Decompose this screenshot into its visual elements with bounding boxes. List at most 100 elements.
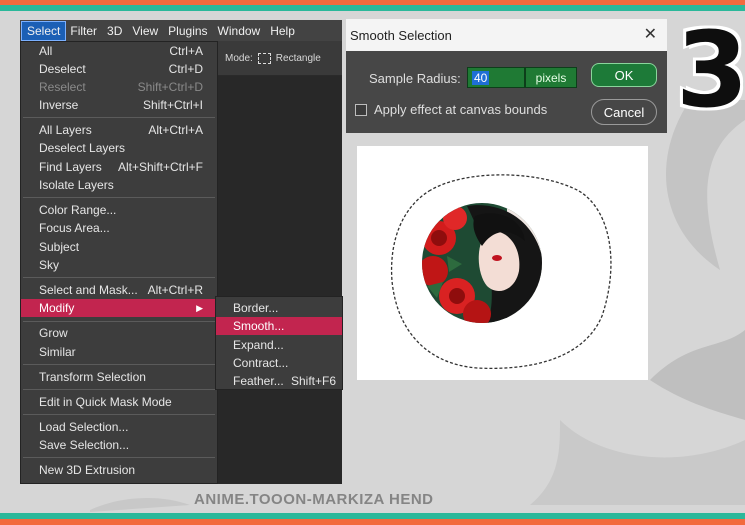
menu-item-label: Inverse	[39, 98, 79, 112]
menu-item-label: Deselect Layers	[39, 141, 126, 155]
menu-divider	[23, 197, 215, 198]
submenu-item-contract[interactable]: Contract...	[216, 354, 342, 372]
selection-preview	[357, 146, 648, 380]
menu-item-label: Border...	[233, 301, 279, 315]
menu-item-sky[interactable]: Sky	[21, 256, 217, 274]
submenu-arrow-icon: ▶	[196, 302, 203, 313]
watermark-text: ANIME.TOOON-MARKIZA HEND	[194, 491, 434, 508]
dialog-titlebar: Smooth Selection ✕	[346, 19, 667, 51]
dialog-title: Smooth Selection	[350, 27, 452, 43]
menu-divider	[23, 321, 215, 322]
options-bar: Mode: Rectangle	[217, 41, 342, 76]
menu-item-reselect: Reselect Shift+Ctrl+D	[21, 78, 217, 96]
menu-item-shortcut: Alt+Ctrl+A	[148, 123, 203, 137]
marquee-rectangle-icon[interactable]	[257, 52, 271, 64]
menu-item-label: Modify	[39, 301, 75, 315]
menu-item-label: Isolate Layers	[39, 178, 114, 192]
menu-window[interactable]: Window	[213, 22, 266, 40]
menu-plugins[interactable]: Plugins	[163, 22, 212, 40]
menu-item-label: Contract...	[233, 356, 289, 370]
menu-item-label: Subject	[39, 240, 80, 254]
menu-item-deselect[interactable]: Deselect Ctrl+D	[21, 60, 217, 78]
menu-item-new-3d-extrusion[interactable]: New 3D Extrusion	[21, 461, 217, 479]
menu-item-shortcut: Shift+F6	[290, 374, 336, 388]
menu-item-similar[interactable]: Similar	[21, 343, 217, 361]
menu-item-shortcut: Shift+Ctrl+D	[137, 80, 203, 94]
select-menu: All Ctrl+A Deselect Ctrl+D Reselect Shift+C…	[20, 41, 218, 484]
menu-item-transform-selection[interactable]: Transform Selection	[21, 368, 217, 386]
menu-item-label: Save Selection...	[39, 438, 130, 452]
menu-item-label: Sky	[39, 258, 60, 272]
menu-3d[interactable]: 3D	[102, 22, 127, 40]
menu-item-focus-area[interactable]: Focus Area...	[21, 219, 217, 237]
cancel-button[interactable]: Cancel	[591, 99, 657, 125]
menu-item-label: Select and Mask...	[39, 283, 138, 297]
preview-artwork	[390, 174, 612, 370]
anime-portrait-image	[422, 203, 542, 323]
menu-item-quick-mask[interactable]: Edit in Quick Mask Mode	[21, 393, 217, 411]
sample-radius-label: Sample Radius:	[369, 71, 461, 86]
menu-item-label: Load Selection...	[39, 420, 129, 434]
menu-item-label: Color Range...	[39, 203, 117, 217]
menu-item-label: Deselect	[39, 62, 86, 76]
apply-bounds-label: Apply effect at canvas bounds	[374, 102, 548, 117]
menu-item-all[interactable]: All Ctrl+A	[21, 42, 217, 60]
menu-item-label: All	[39, 44, 53, 58]
ok-button[interactable]: OK	[591, 63, 657, 87]
apply-bounds-checkbox[interactable]	[355, 104, 367, 116]
menu-item-label: Transform Selection	[39, 370, 146, 384]
sample-radius-input[interactable]: 40	[467, 67, 525, 88]
menu-item-label: Grow	[39, 326, 68, 340]
submenu-item-smooth[interactable]: Smooth...	[216, 317, 342, 335]
menu-item-label: Feather...	[233, 374, 284, 388]
menu-item-shortcut: Ctrl+D	[168, 62, 203, 76]
menu-item-deselect-layers[interactable]: Deselect Layers	[21, 139, 217, 157]
mode-label: Mode:	[225, 52, 253, 64]
menu-item-color-range[interactable]: Color Range...	[21, 201, 217, 219]
menu-item-label: New 3D Extrusion	[39, 463, 136, 477]
menu-item-label: Edit in Quick Mask Mode	[39, 395, 172, 409]
menu-help[interactable]: Help	[265, 22, 300, 40]
submenu-item-expand[interactable]: Expand...	[216, 336, 342, 354]
menu-item-shortcut: Alt+Shift+Ctrl+F	[117, 160, 203, 174]
menu-view[interactable]: View	[127, 22, 163, 40]
menu-divider	[23, 389, 215, 390]
menu-item-label: Reselect	[39, 80, 86, 94]
menu-item-shortcut: Ctrl+A	[169, 44, 203, 58]
menu-select[interactable]: Select	[20, 20, 67, 41]
workspace-canvas	[217, 41, 342, 484]
menu-divider	[23, 364, 215, 365]
menu-item-inverse[interactable]: Inverse Shift+Ctrl+I	[21, 96, 217, 114]
sample-radius-value: 40	[472, 70, 490, 85]
menu-item-select-and-mask[interactable]: Select and Mask... Alt+Ctrl+R	[21, 281, 217, 299]
menu-divider	[23, 277, 215, 278]
mode-value[interactable]: Rectangle	[276, 53, 321, 64]
submenu-item-border[interactable]: Border...	[216, 299, 342, 317]
menu-item-label: Smooth...	[233, 319, 285, 333]
menu-item-subject[interactable]: Subject	[21, 238, 217, 256]
radius-unit-label: pixels	[525, 67, 577, 88]
menu-item-modify[interactable]: Modify ▶	[21, 299, 217, 317]
menu-divider	[23, 457, 215, 458]
menu-divider	[23, 117, 215, 118]
menu-item-grow[interactable]: Grow	[21, 324, 217, 342]
menu-item-shortcut: Alt+Ctrl+R	[147, 283, 203, 297]
modify-submenu: Border... Smooth... Expand... Contract..…	[215, 296, 343, 390]
menu-item-save-selection[interactable]: Save Selection...	[21, 436, 217, 454]
menu-item-label: Similar	[39, 345, 76, 359]
step-number: 3	[676, 9, 745, 131]
menu-item-shortcut: Shift+Ctrl+I	[142, 98, 203, 112]
menu-item-all-layers[interactable]: All Layers Alt+Ctrl+A	[21, 121, 217, 139]
menu-item-isolate-layers[interactable]: Isolate Layers	[21, 176, 217, 194]
menu-item-label: Focus Area...	[39, 221, 110, 235]
menu-bar: Select Filter 3D View Plugins Window Hel…	[20, 20, 342, 41]
menu-filter[interactable]: Filter	[65, 22, 102, 40]
menu-item-load-selection[interactable]: Load Selection...	[21, 418, 217, 436]
submenu-item-feather[interactable]: Feather... Shift+F6	[216, 372, 342, 390]
menu-item-find-layers[interactable]: Find Layers Alt+Shift+Ctrl+F	[21, 158, 217, 176]
menu-item-label: Expand...	[233, 338, 284, 352]
menu-divider	[23, 414, 215, 415]
menu-item-label: Find Layers	[39, 160, 102, 174]
close-icon[interactable]: ✕	[644, 24, 657, 44]
menu-item-label: All Layers	[39, 123, 92, 137]
